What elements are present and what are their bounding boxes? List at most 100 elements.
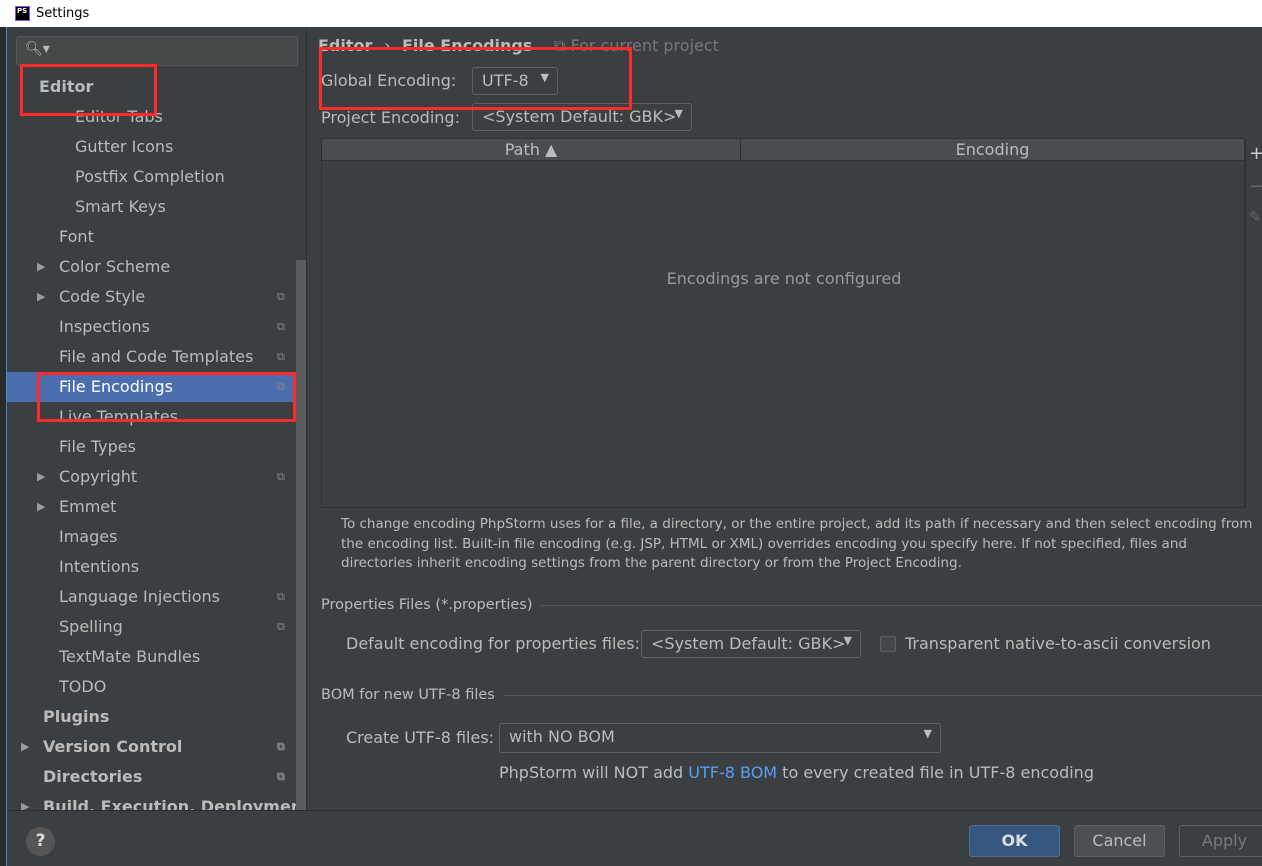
ok-button[interactable]: OK <box>969 825 1060 857</box>
sidebar-item-version-control[interactable]: ▶ Version Control ⧉ <box>7 732 296 762</box>
sidebar-item-color-scheme[interactable]: ▶ Color Scheme <box>7 252 296 282</box>
sidebar-item-label: Spelling <box>59 617 123 636</box>
sidebar-item-file-and-code-templates[interactable]: File and Code Templates ⧉ <box>7 342 296 372</box>
sidebar-item-file-encodings[interactable]: File Encodings ⧉ <box>7 372 306 402</box>
phpstorm-logo-icon: PS <box>15 6 30 21</box>
breadcrumb-separator: › <box>383 36 391 55</box>
sidebar-item-label: Images <box>59 527 118 546</box>
sidebar-item-label: Font <box>59 227 94 246</box>
sidebar-item-label: Color Scheme <box>59 257 171 276</box>
sidebar-item-spelling[interactable]: Spelling ⧉ <box>7 612 296 642</box>
project-level-icon: ⧉ <box>277 380 285 393</box>
sidebar-item-label: Live Templates <box>59 407 179 426</box>
sidebar-item-label: File Encodings <box>59 377 173 396</box>
add-icon[interactable]: + <box>1249 143 1262 164</box>
sidebar-item-smart-keys[interactable]: Smart Keys <box>7 192 296 222</box>
scope-text: For current project <box>570 36 719 55</box>
chevron-down-icon: ▼ <box>674 107 683 120</box>
expand-arrow-icon[interactable]: ▶ <box>37 462 45 492</box>
bom-section-title: BOM for new UTF-8 files <box>321 687 495 703</box>
chevron-down-icon: ▼ <box>923 727 932 740</box>
sidebar-item-label: Copyright <box>59 467 138 486</box>
copy-icon: ⧉ <box>553 36 566 55</box>
sidebar-scrollbar[interactable] <box>296 260 306 810</box>
sidebar-item-file-types[interactable]: File Types <box>7 432 296 462</box>
properties-encoding-select[interactable]: <System Default: GBK> ▼ <box>641 630 861 658</box>
title-bar: PS Settings <box>0 0 1262 27</box>
chevron-down-icon: ▼ <box>540 71 549 84</box>
help-button[interactable]: ? <box>26 827 55 856</box>
project-encoding-select[interactable]: <System Default: GBK> ▼ <box>472 103 692 131</box>
file-encodings-panel: Editor › File Encodings ⧉ For current pr… <box>308 27 1262 810</box>
project-encoding-label: Project Encoding: <box>321 108 460 127</box>
search-input[interactable]: 🔍︎▾ <box>16 36 298 66</box>
sidebar-item-gutter-icons[interactable]: Gutter Icons <box>7 132 296 162</box>
sidebar-item-editor[interactable]: Editor <box>7 72 296 102</box>
sidebar-item-postfix-completion[interactable]: Postfix Completion <box>7 162 296 192</box>
sidebar-item-code-style[interactable]: ▶ Code Style ⧉ <box>7 282 296 312</box>
sidebar-item-label: Plugins <box>43 707 110 726</box>
sidebar-item-label: TextMate Bundles <box>59 647 201 666</box>
dialog-footer: ? OK Cancel Apply <box>7 810 1262 866</box>
sidebar-item-plugins[interactable]: Plugins <box>7 702 296 732</box>
sidebar-item-emmet[interactable]: ▶ Emmet <box>7 492 296 522</box>
sidebar-item-language-injections[interactable]: Language Injections ⧉ <box>7 582 296 612</box>
sidebar-item-label: Gutter Icons <box>75 137 174 156</box>
expand-arrow-icon[interactable]: ▶ <box>37 282 45 312</box>
expand-arrow-icon[interactable]: ▶ <box>37 252 45 282</box>
project-level-icon: ⧉ <box>277 740 285 753</box>
edit-icon[interactable]: ✎ <box>1249 208 1262 226</box>
column-header-path[interactable]: Path ▲ <box>322 139 741 161</box>
sidebar-item-label: Directories <box>43 767 143 786</box>
sidebar-item-live-templates[interactable]: Live Templates <box>7 402 296 432</box>
expand-arrow-icon[interactable]: ▶ <box>21 732 29 762</box>
empty-table-text: Encodings are not configured <box>666 269 902 288</box>
properties-section-header: Properties Files (*.properties) <box>321 597 1262 613</box>
sidebar-item-font[interactable]: Font <box>7 222 296 252</box>
bom-select[interactable]: with NO BOM ▼ <box>499 723 941 753</box>
sidebar-item-label: Intentions <box>59 557 140 576</box>
expand-arrow-icon[interactable]: ▶ <box>37 492 45 522</box>
sidebar-item-label: Code Style <box>59 287 146 306</box>
sidebar-item-label: File and Code Templates <box>59 347 254 366</box>
project-level-icon: ⧉ <box>277 470 285 483</box>
sidebar-item-copyright[interactable]: ▶ Copyright ⧉ <box>7 462 296 492</box>
project-encoding-value: <System Default: GBK> <box>482 107 677 126</box>
sidebar-item-label: File Types <box>59 437 136 456</box>
remove-icon[interactable]: − <box>1249 176 1262 197</box>
bom-hint-text-end: to every created file in UTF-8 encoding <box>777 763 1094 782</box>
sidebar-item-inspections[interactable]: Inspections ⧉ <box>7 312 296 342</box>
apply-button[interactable]: Apply <box>1179 825 1262 857</box>
native-to-ascii-label[interactable]: Transparent native-to-ascii conversion <box>905 634 1211 653</box>
sidebar-item-build-execution-deployment[interactable]: ▶ Build, Execution, Deployment <box>7 792 306 810</box>
utf8-bom-link[interactable]: UTF-8 BOM <box>688 763 777 782</box>
column-header-encoding[interactable]: Encoding <box>741 139 1244 161</box>
create-utf8-label: Create UTF-8 files: <box>346 728 495 747</box>
search-icon: 🔍︎▾ <box>25 41 50 57</box>
sidebar-item-label: TODO <box>59 677 107 696</box>
sidebar-item-label: Language Injections <box>59 587 220 606</box>
sidebar-item-todo[interactable]: TODO <box>7 672 296 702</box>
sidebar-item-images[interactable]: Images <box>7 522 296 552</box>
sidebar-item-directories[interactable]: Directories ⧉ <box>7 762 296 792</box>
cancel-button[interactable]: Cancel <box>1074 825 1165 857</box>
bom-section-header: BOM for new UTF-8 files <box>321 687 1262 703</box>
sidebar-item-label: Editor <box>39 77 94 96</box>
expand-arrow-icon[interactable]: ▶ <box>21 792 29 810</box>
bom-value: with NO BOM <box>509 727 615 746</box>
properties-section-title: Properties Files (*.properties) <box>321 597 533 613</box>
project-scope-note: ⧉ For current project <box>554 36 719 55</box>
project-level-icon: ⧉ <box>277 770 285 783</box>
sidebar-item-intentions[interactable]: Intentions <box>7 552 296 582</box>
sidebar-item-textmate-bundles[interactable]: TextMate Bundles <box>7 642 296 672</box>
encoding-help-text: To change encoding PhpStorm uses for a f… <box>341 516 1253 571</box>
global-encoding-select[interactable]: UTF-8 ▼ <box>472 67 558 95</box>
table-toolbar: + − ✎ <box>1245 138 1262 508</box>
native-to-ascii-checkbox[interactable] <box>880 636 896 652</box>
properties-encoding-label: Default encoding for properties files: <box>346 634 641 653</box>
encodings-table: Path ▲ Encoding Encodings are not config… <box>321 138 1245 508</box>
sidebar-item-label: Editor Tabs <box>75 107 163 126</box>
sidebar-item-label: Version Control <box>43 737 183 756</box>
project-level-icon: ⧉ <box>277 620 285 633</box>
sidebar-item-editor-tabs[interactable]: Editor Tabs <box>7 102 296 132</box>
